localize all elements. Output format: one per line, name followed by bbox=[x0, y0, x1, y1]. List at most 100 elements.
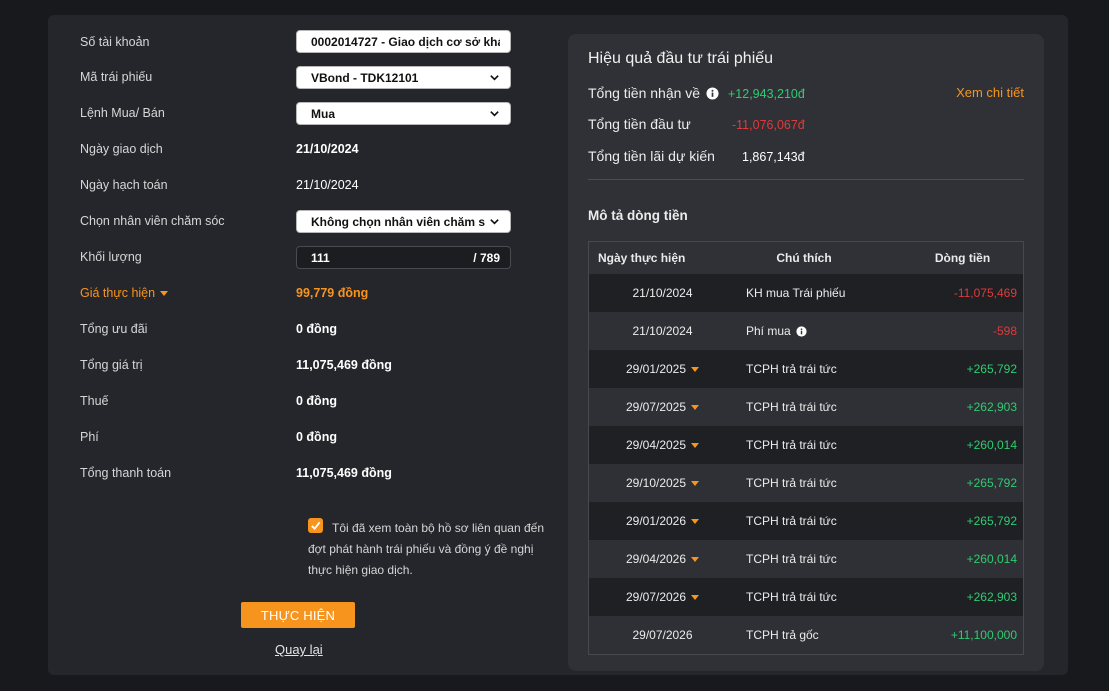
row-date: 29/01/2025 bbox=[625, 362, 687, 376]
profit-label: Tổng tiền lãi dự kiến bbox=[588, 148, 715, 164]
table-row[interactable]: 29/04/2026 TCPH trả trái tức +260,014 bbox=[589, 540, 1023, 578]
agree-checkbox[interactable] bbox=[308, 518, 323, 533]
account-label: Số tài khoản bbox=[80, 35, 150, 49]
row-amount: +260,014 bbox=[966, 552, 1017, 566]
cashflow-title: Mô tả dòng tiền bbox=[588, 208, 688, 223]
discount-label: Tổng ưu đãi bbox=[80, 322, 148, 336]
settlement-date-label: Ngày hạch toán bbox=[80, 178, 168, 192]
info-icon[interactable] bbox=[796, 325, 807, 337]
caret-down-icon[interactable] bbox=[691, 404, 700, 410]
table-row: 21/10/2024 KH mua Trái phiếu -11,075,469 bbox=[589, 274, 1023, 312]
caret-down-icon[interactable] bbox=[691, 442, 700, 448]
staff-label: Chọn nhân viên chăm sóc bbox=[80, 214, 225, 228]
staff-value: Không chọn nhân viên chăm sóc bbox=[311, 214, 485, 229]
account-select[interactable]: 0002014727 - Giao dịch cơ sở khách hàng bbox=[296, 30, 511, 53]
row-note: TCPH trả trái tức bbox=[746, 552, 837, 566]
row-amount: +265,792 bbox=[966, 514, 1017, 528]
order-side-label: Lệnh Mua/ Bán bbox=[80, 106, 165, 120]
price-label: Giá thực hiện bbox=[80, 286, 156, 300]
chevron-down-icon bbox=[490, 75, 499, 81]
row-note: KH mua Trái phiếu bbox=[746, 286, 846, 300]
row-date: 29/01/2026 bbox=[625, 514, 687, 528]
profit-value: 1,867,143đ bbox=[742, 150, 805, 164]
header-amount: Dòng tiền bbox=[934, 251, 991, 265]
invested-label: Tổng tiền đầu tư bbox=[588, 116, 691, 132]
table-row: 29/07/2026 TCPH trả gốc +11,100,000 bbox=[589, 616, 1023, 654]
total-value-value: 11,075,469 đồng bbox=[296, 358, 392, 372]
fee-label: Phí bbox=[80, 430, 99, 444]
row-date: 29/07/2026 bbox=[632, 628, 693, 642]
quantity-label: Khối lượng bbox=[80, 250, 142, 264]
row-amount: -598 bbox=[992, 324, 1017, 338]
submit-button[interactable]: THỰC HIỆN bbox=[241, 602, 355, 628]
settlement-date-value: 21/10/2024 bbox=[296, 178, 359, 192]
table-row: 21/10/2024 Phí mua -598 bbox=[589, 312, 1023, 350]
row-date: 29/07/2026 bbox=[625, 590, 687, 604]
order-panel: Số tài khoản 0002014727 - Giao dịch cơ s… bbox=[48, 15, 1068, 675]
received-label-row: Tổng tiền nhận về bbox=[588, 85, 719, 101]
row-amount: +265,792 bbox=[966, 362, 1017, 376]
price-label-toggle[interactable]: Giá thực hiện bbox=[80, 283, 169, 303]
chevron-down-icon bbox=[490, 219, 499, 225]
caret-down-icon[interactable] bbox=[691, 556, 700, 562]
fee-value: 0 đồng bbox=[296, 430, 337, 444]
row-date: 21/10/2024 bbox=[632, 286, 693, 300]
card-title: Hiệu quả đầu tư trái phiếu bbox=[588, 50, 774, 67]
header-note: Chú thích bbox=[776, 251, 832, 265]
total-payment-value: 11,075,469 đồng bbox=[296, 466, 392, 480]
total-payment-label: Tổng thanh toán bbox=[80, 466, 172, 480]
agreement-text: Tôi đã xem toàn bộ hồ sơ liên quan đến đ… bbox=[308, 521, 545, 577]
caret-down-icon[interactable] bbox=[691, 594, 700, 600]
price-value: 99,779 đồng bbox=[296, 286, 369, 300]
row-amount: +265,792 bbox=[966, 476, 1017, 490]
caret-down-icon[interactable] bbox=[691, 366, 700, 372]
table-row[interactable]: 29/07/2025 TCPH trả trái tức +262,903 bbox=[589, 388, 1023, 426]
total-value-label: Tổng giá trị bbox=[80, 358, 143, 372]
row-note: TCPH trả trái tức bbox=[746, 438, 837, 452]
table-row[interactable]: 29/01/2025 TCPH trả trái tức +265,792 bbox=[589, 350, 1023, 388]
table-header: Ngày thực hiện Chú thích Dòng tiền bbox=[589, 242, 1023, 274]
tax-label: Thuế bbox=[80, 394, 109, 408]
table-row[interactable]: 29/10/2025 TCPH trả trái tức +265,792 bbox=[589, 464, 1023, 502]
row-note: Phí mua bbox=[746, 324, 791, 338]
row-note: TCPH trả trái tức bbox=[746, 514, 837, 528]
table-row[interactable]: 29/07/2026 TCPH trả trái tức +262,903 bbox=[589, 578, 1023, 616]
row-date: 29/07/2025 bbox=[625, 400, 687, 414]
bond-code-value: VBond - TDK12101 bbox=[311, 70, 419, 85]
row-amount: +260,014 bbox=[966, 438, 1017, 452]
order-side-value: Mua bbox=[311, 106, 335, 121]
discount-value: 0 đồng bbox=[296, 322, 337, 336]
row-amount: -11,075,469 bbox=[953, 286, 1017, 300]
header-date: Ngày thực hiện bbox=[598, 251, 686, 265]
caret-down-icon bbox=[160, 291, 169, 297]
quantity-input[interactable]: 111 / 789 bbox=[296, 246, 511, 269]
table-row[interactable]: 29/01/2026 TCPH trả trái tức +265,792 bbox=[589, 502, 1023, 540]
investment-summary-card: Hiệu quả đầu tư trái phiếu Tổng tiền nhậ… bbox=[568, 34, 1044, 671]
row-note: TCPH trả gốc bbox=[746, 628, 819, 642]
chevron-down-icon bbox=[490, 111, 499, 117]
quantity-value: 111 bbox=[311, 250, 330, 265]
row-note: TCPH trả trái tức bbox=[746, 362, 837, 376]
view-detail-link[interactable]: Xem chi tiết bbox=[956, 85, 1024, 100]
row-date: 29/04/2025 bbox=[625, 438, 687, 452]
row-amount: +11,100,000 bbox=[950, 628, 1017, 642]
caret-down-icon[interactable] bbox=[691, 480, 700, 486]
staff-select[interactable]: Không chọn nhân viên chăm sóc bbox=[296, 210, 511, 233]
bond-code-select[interactable]: VBond - TDK12101 bbox=[296, 66, 511, 89]
divider bbox=[588, 179, 1024, 180]
received-label: Tổng tiền nhận về bbox=[588, 85, 701, 101]
info-icon[interactable] bbox=[706, 86, 719, 100]
quantity-max: / 789 bbox=[473, 250, 500, 265]
order-side-select[interactable]: Mua bbox=[296, 102, 511, 125]
caret-down-icon[interactable] bbox=[691, 518, 700, 524]
trade-date-value: 21/10/2024 bbox=[296, 142, 359, 156]
cashflow-table: Ngày thực hiện Chú thích Dòng tiền 21/10… bbox=[588, 241, 1024, 655]
invested-value: -11,076,067đ bbox=[732, 118, 805, 132]
received-value: +12,943,210đ bbox=[728, 87, 805, 101]
row-date: 21/10/2024 bbox=[632, 324, 693, 338]
row-amount: +262,903 bbox=[966, 400, 1017, 414]
check-icon bbox=[311, 521, 321, 531]
back-link[interactable]: Quay lại bbox=[275, 642, 323, 657]
bond-code-label: Mã trái phiếu bbox=[80, 70, 153, 84]
table-row[interactable]: 29/04/2025 TCPH trả trái tức +260,014 bbox=[589, 426, 1023, 464]
